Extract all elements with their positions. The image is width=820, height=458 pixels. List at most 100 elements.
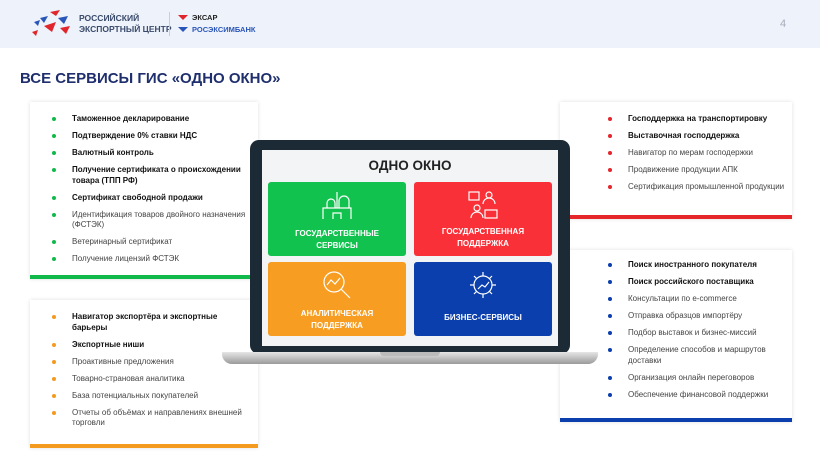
kremlin-icon [322,192,352,219]
page-title: ВСЕ СЕРВИСЫ ГИС «ОДНО ОКНО» [20,70,281,87]
bullet-icon [52,342,56,347]
gov-support-card: Господдержка на транспортировку Выставочн… [560,102,792,219]
list-item-text: Получение лицензий ФСТЭК [72,254,180,263]
laptop: ОДНО ОКНО ГОСУДАРСТВЕННЫЕ СЕРВИСЫ ГОСУДА… [250,140,570,354]
list-item: Поиск иностранного покупателя [608,260,788,271]
bullet-icon [608,392,612,397]
list-item: Господдержка на транспортировку [608,114,792,125]
magnifier-chart-icon [323,271,351,299]
list-item-text: Таможенное декларирование [72,114,190,123]
list-item-text: Навигатор экспортёра и экспортные барьер… [72,312,218,332]
orange-bar [30,444,258,448]
red-bar [560,215,792,219]
bullet-icon [52,393,56,398]
triangle-icon [178,15,188,20]
list-item: Экспортные ниши [52,340,252,351]
business-card: Поиск иностранного покупателя Поиск росси… [560,250,792,422]
list-item-text: Навигатор по мерам господержки [628,148,753,157]
header: РОССИЙСКИЙ ЭКСПОРТНЫЙ ЦЕНТР ЭКСАР РОСЭКСИ… [0,0,820,48]
blue-bar [560,418,792,422]
page-number: 4 [780,18,787,30]
bullet-icon [608,168,612,172]
bullet-icon [52,151,56,155]
bullet-icon [52,117,56,121]
tile-business[interactable]: БИЗНЕС-СЕРВИСЫ [414,262,552,336]
bullet-icon [608,331,612,335]
bullet-icon [608,263,612,267]
exiar-logo: ЭКСАР [178,13,217,22]
list-item: Определение способов и маршрутов доставк… [608,345,788,366]
list-item: Обеспечение финансовой поддержки [608,390,788,401]
bullet-icon [608,134,612,138]
list-item-text: Получение сертификата о происхождении то… [72,165,241,185]
bullet-icon [608,280,612,284]
analytics-list: Навигатор экспортёра и экспортные барьер… [52,312,252,435]
bullet-icon [52,315,56,319]
list-item: Товарно-страновая аналитика [52,374,252,385]
bullet-icon [608,117,612,121]
list-item-text: Отчеты об объёмах и направлениях внешней… [72,407,242,428]
bullet-icon [608,348,612,352]
list-item: Сертификат свободной продажи [52,193,252,204]
consultation-icon [468,191,498,219]
list-item: Организация онлайн переговоров [608,373,788,384]
list-item-text: Сертификация промышленной продукции [628,182,785,191]
list-item-text: Подбор выставок и бизнес-миссий [628,328,757,337]
list-item: Поиск российского поставщика [608,277,788,288]
bullet-icon [52,168,56,172]
gov-services-card: Таможенное декларирование Подтверждение 0… [30,102,258,279]
bullet-icon [608,375,612,380]
list-item: Сертификация промышленной продукции [608,182,792,193]
bullet-icon [52,359,56,364]
gear-chart-icon [470,272,496,298]
list-item-text: Идентификация товаров двойного назначени… [72,209,246,230]
tile-gov-services[interactable]: ГОСУДАРСТВЕННЫЕ СЕРВИСЫ [268,182,406,256]
list-item-text: Господдержка на транспортировку [628,114,768,123]
gov-support-list: Господдержка на транспортировку Выставочн… [608,114,792,199]
list-item: Валютный контроль [52,148,252,159]
list-item: Навигатор по мерам господержки [608,148,792,159]
list-item-text: Валютный контроль [72,148,154,157]
list-item: Получение сертификата о происхождении то… [52,165,252,186]
bullet-icon [52,257,56,261]
bullet-icon [608,185,612,189]
list-item-text: Экспортные ниши [72,339,145,349]
list-item: Навигатор экспортёра и экспортные барьер… [52,312,252,333]
list-item-text: Товарно-страновая аналитика [72,373,185,383]
laptop-notch [380,352,440,356]
list-item: Выставочная господдержка [608,131,792,142]
bullet-icon [608,151,612,155]
list-item-text: Организация онлайн переговоров [628,372,755,382]
list-item-text: Ветеринарный сертификат [72,237,173,246]
list-item: Ветеринарный сертификат [52,237,252,248]
bullet-icon [52,212,56,217]
list-item: Продвижение продукции АПК [608,165,792,176]
list-item-text: Поиск иностранного покупателя [628,260,757,269]
business-list: Поиск иностранного покупателя Поиск росси… [608,260,788,407]
gov-services-list: Таможенное декларирование Подтверждение 0… [52,114,252,271]
eximbank-logo: РОСЭКСИМБАНК [178,25,255,34]
bullet-icon [52,240,56,244]
list-item: Получение лицензий ФСТЭК [52,254,252,265]
green-bar [30,275,258,279]
list-item-text: База потенциальных покупателей [72,390,199,400]
list-item: Консультации по e-commerce [608,294,788,305]
bullet-icon [608,314,612,318]
analytics-card: Навигатор экспортёра и экспортные барьер… [30,300,258,448]
list-item-text: Продвижение продукции АПК [628,165,738,174]
rec-logo-icon [32,10,70,36]
bullet-icon [52,195,56,200]
tile-analytics[interactable]: АНАЛИТИЧЕСКАЯ ПОДДЕРЖКА [268,262,406,336]
tile-gov-support[interactable]: ГОСУДАРСТВЕННАЯ ПОДДЕРЖКА [414,182,552,256]
laptop-screen: ОДНО ОКНО ГОСУДАРСТВЕННЫЕ СЕРВИСЫ ГОСУДА… [262,150,558,346]
bullet-icon [52,410,56,415]
list-item-text: Определение способов и маршрутов доставк… [628,345,766,365]
list-item-text: Консультации по e-commerce [628,294,737,303]
list-item-text: Обеспечение финансовой поддержки [628,389,769,399]
list-item-text: Подтверждение 0% ставки НДС [72,131,198,140]
list-item-text: Сертификат свободной продажи [72,192,203,202]
divider [169,12,170,36]
screen-title: ОДНО ОКНО [368,158,452,173]
list-item: Таможенное декларирование [52,114,252,125]
list-item-text: Поиск российского поставщика [628,277,754,286]
